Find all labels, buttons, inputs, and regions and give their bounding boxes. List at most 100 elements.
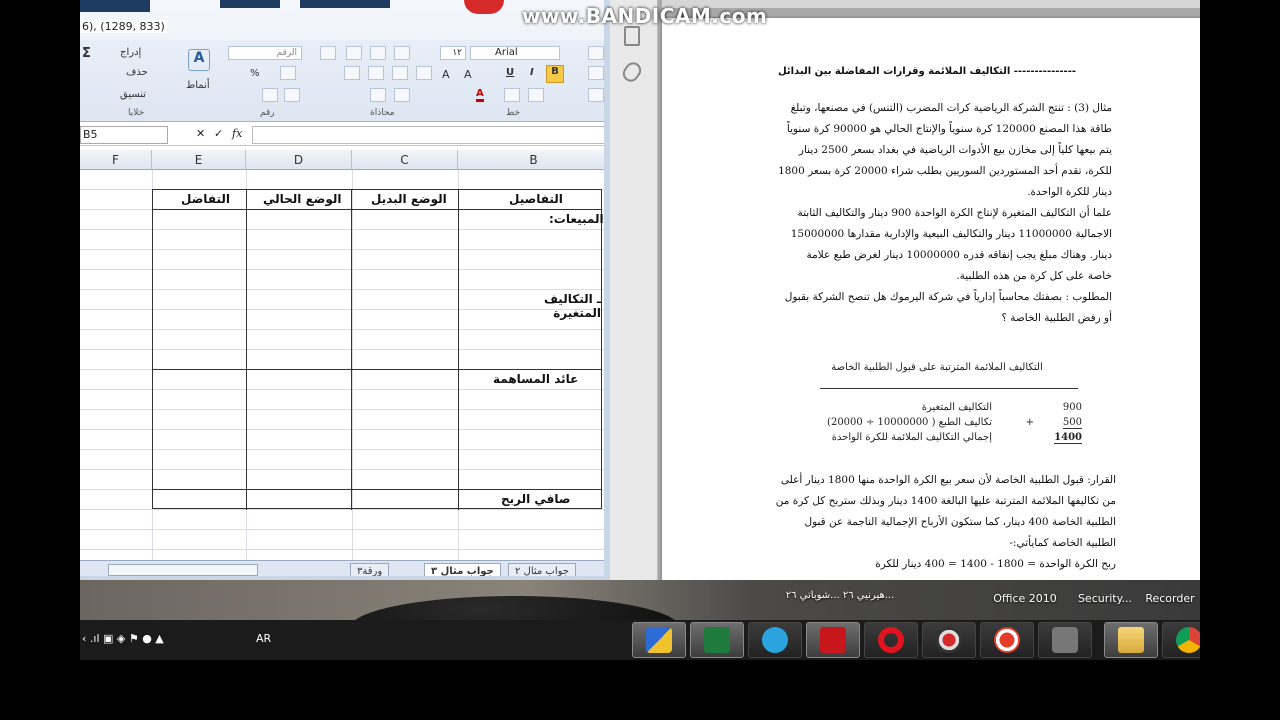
shield-icon [646,627,672,653]
excel-icon [704,627,730,653]
analysis-table: التفاضل الوضع الحالي الوضع البديل التفاص… [152,189,604,510]
record-icon [936,627,962,653]
bandicam-icon [994,627,1020,653]
calc-table: 900 التكاليف المتغيرة 500 + تكاليف الطبع ( … [827,402,1082,444]
example-paragraph: مثال (3) : تنتج الشركة الرياضية كرات الم… [778,102,1112,324]
group-label-font: خط [506,108,521,118]
enter-icon[interactable]: ✓ [214,127,223,140]
horizontal-scrollbar[interactable] [108,564,258,576]
row-sales: المبيعات: [549,212,604,226]
name-box[interactable]: B5 [80,126,168,144]
outdent-button[interactable] [394,88,410,102]
fill-color-button[interactable] [504,88,520,102]
taskbar-windows-security[interactable] [632,622,686,658]
format-button[interactable]: تنسيق [120,89,146,100]
desktop-icon-recorder[interactable]: Recorder [1140,592,1200,605]
delete-button[interactable]: حذف [126,67,148,78]
header-alternative: الوضع البديل [371,192,447,206]
screen: Office 2010 Security... Recorder ...هيرن… [80,0,1200,660]
italic-button[interactable]: I [530,67,534,78]
calc-table-title: التكاليف الملائمة المترتبة على قبول الطل… [831,362,1043,373]
cancel-icon[interactable]: ✕ [196,127,205,140]
group-label-alignment: محاذاة [370,108,395,118]
taskbar-telegram[interactable] [748,622,802,658]
taskbar-chrome[interactable] [1162,622,1200,658]
bandicam-watermark: www.BANDICAM.com [522,4,768,28]
coordinate-readout: 6), (1289, 833) [80,20,167,33]
font-color-icon[interactable]: A [476,88,484,102]
taskbar-chrome-update[interactable] [922,622,976,658]
row-variable-costs: ـ التكاليف المتغيرة [544,292,601,320]
center-button[interactable] [392,66,408,80]
bold-button[interactable]: B [546,65,564,83]
indent-button[interactable] [370,88,386,102]
percent-button[interactable]: % [250,68,260,79]
opera-icon [878,627,904,653]
decrease-decimal-button[interactable] [284,88,300,102]
excel-window: Σ إدراج حذف تنسيق A أنماط الرقم % ١٢ Ari… [80,0,610,580]
header-current: الوضع الحالي [263,192,342,206]
column-header-E[interactable]: E [152,150,246,170]
page-header: --------------- التكاليف الملائمة وقرارا… [777,66,1076,77]
cut-icon[interactable] [588,46,604,60]
wrap-text-button[interactable] [320,46,336,60]
header-details: التفاصيل [509,192,563,206]
column-header-D[interactable]: D [246,150,352,170]
acrobat-icon [820,627,846,653]
pdf-page: --------------- التكاليف الملائمة وقرارا… [662,18,1200,580]
insert-button[interactable]: إدراج [120,47,141,58]
attachments-icon[interactable] [619,59,645,85]
column-header-F[interactable]: F [80,150,152,170]
taskbar-opera[interactable] [864,622,918,658]
grow-font-icon[interactable]: A [442,68,450,81]
borders-button[interactable] [528,88,544,102]
desktop-icon-security[interactable]: Security... [1070,592,1140,605]
formula-input[interactable] [252,126,604,144]
chrome-icon [1176,627,1200,653]
language-indicator[interactable]: AR [256,632,271,645]
row-contribution-margin: عائد المساهمة [493,372,579,386]
underline-button[interactable]: U [506,67,514,78]
align-right-button[interactable] [368,66,384,80]
taskbar-bandicam[interactable] [980,622,1034,658]
align-top-button[interactable] [346,46,362,60]
pdf-sidebar [610,0,658,580]
desktop-date-text: ...هيرنيي ٢٦ ...شوباتي ٢٦ [785,590,895,601]
taskbar-camera[interactable] [1038,622,1092,658]
align-bottom-button[interactable] [394,46,410,60]
group-label-number: رقم [260,108,275,118]
group-label-cells: خلايا [128,108,145,118]
copy-icon[interactable] [588,66,604,80]
increase-decimal-button[interactable] [262,88,278,102]
number-format-select[interactable]: الرقم [228,46,302,60]
decision-paragraph: القرار: قبول الطلبية الخاصة لأن سعر بيع … [775,474,1116,570]
font-name-select[interactable]: Arial [470,46,560,60]
tray-icons[interactable]: ‹ .ıl ▣ ◈ ⚑ ● ▲ [82,632,164,645]
format-painter-icon[interactable] [588,88,604,102]
column-header-B[interactable]: B [458,150,604,170]
font-size-select[interactable]: ١٢ [440,46,466,60]
taskbar: ‹ .ıl ▣ ◈ ⚑ ● ▲ AR [80,620,1200,660]
autosum-icon[interactable]: Σ [82,46,91,61]
styles-button[interactable]: أنماط [186,80,210,91]
row-net-profit: صافي الربح [501,492,571,506]
camera-icon [1052,627,1078,653]
taskbar-file-explorer[interactable] [1104,622,1158,658]
taskbar-excel[interactable] [690,622,744,658]
column-header-C[interactable]: C [352,150,458,170]
align-middle-button[interactable] [370,46,386,60]
merge-center-button[interactable] [344,66,360,80]
desktop-icon-office[interactable]: Office 2010 [985,592,1065,605]
comma-style-button[interactable] [280,66,296,80]
pages-panel-icon[interactable] [624,26,640,46]
shrink-font-icon[interactable]: A [464,68,472,81]
styles-icon[interactable]: A [188,49,210,71]
pdf-viewer-window: --------------- التكاليف الملائمة وقرارا… [610,0,1200,580]
function-icon[interactable]: fx [232,127,242,140]
telegram-icon [762,627,788,653]
folder-icon [1118,627,1144,653]
taskbar-acrobat[interactable] [806,622,860,658]
header-difference: التفاضل [181,192,230,206]
align-left-button[interactable] [416,66,432,80]
formula-bar: B5 ✕ ✓ fx [80,124,604,146]
